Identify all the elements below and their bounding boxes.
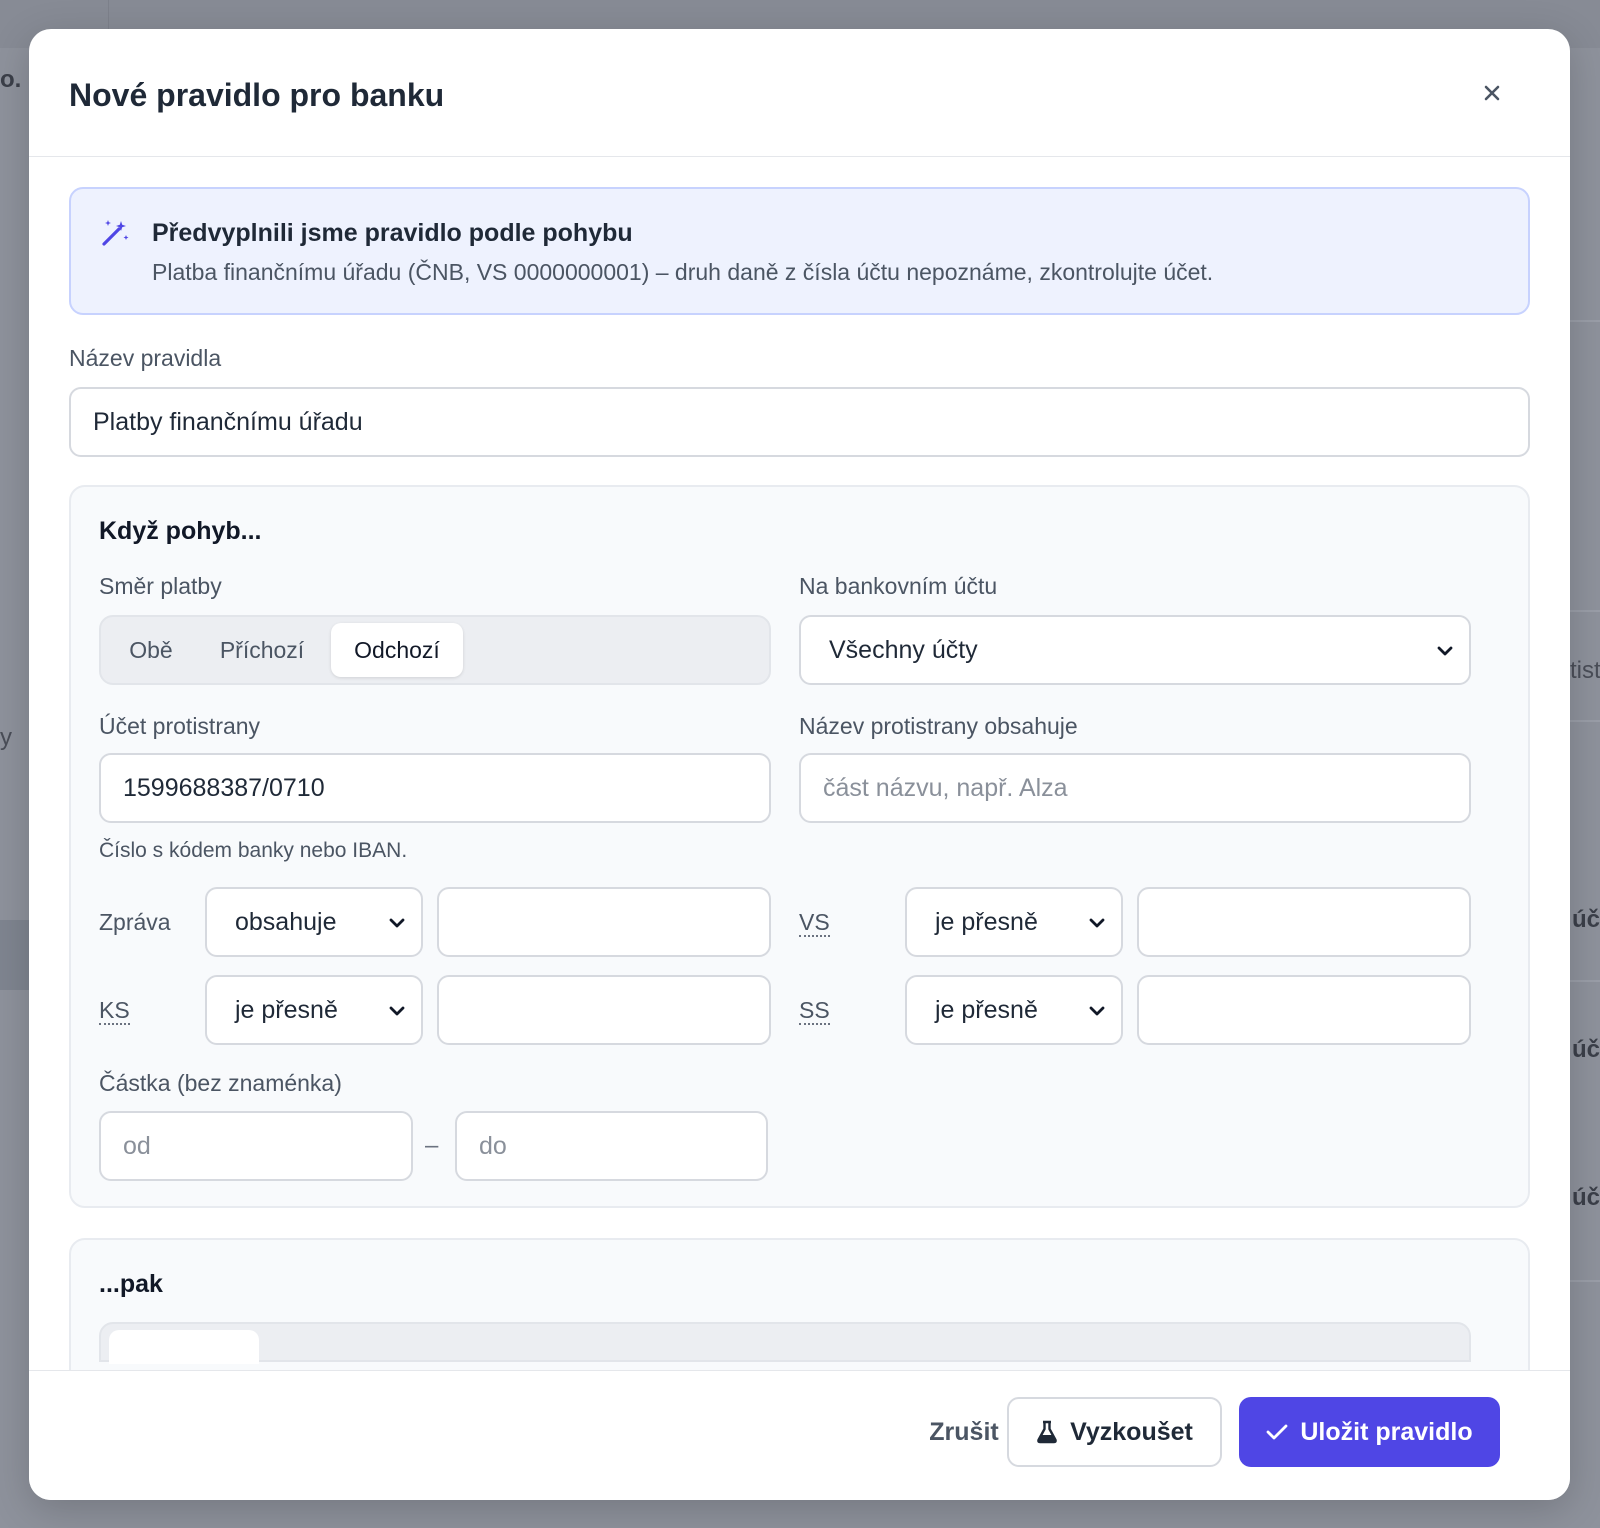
close-button[interactable]	[1474, 75, 1510, 111]
amount-range-separator: –	[425, 1132, 439, 1159]
message-operator-value: obsahuje	[235, 907, 337, 936]
notice-title: Předvyplnili jsme pravidlo podle pohybu	[152, 219, 633, 247]
counterparty-name-label: Název protistrany obsahuje	[799, 713, 1078, 739]
background-text-fragment: y	[0, 724, 12, 751]
vs-operator-value: je přesně	[935, 907, 1038, 936]
vs-label-text: VS	[799, 909, 830, 937]
rule-name-label: Název pravidla	[69, 345, 222, 371]
ss-input[interactable]	[1137, 975, 1471, 1045]
ks-input[interactable]	[437, 975, 771, 1045]
dialog-body[interactable]: Předvyplnili jsme pravidlo podle pohybu …	[29, 158, 1570, 1398]
background-divider	[1570, 1280, 1600, 1282]
conditions-panel: Když pohyb... Směr platby Obě Příchozí O…	[69, 485, 1530, 1208]
check-icon	[1266, 1424, 1288, 1440]
ks-operator-select[interactable]: je přesně	[205, 975, 423, 1045]
ks-operator-value: je přesně	[235, 995, 338, 1024]
direction-option-outgoing[interactable]: Odchozí	[331, 623, 463, 677]
test-rule-button[interactable]: Vyzkoušet	[1007, 1397, 1222, 1467]
flask-icon	[1037, 1420, 1057, 1444]
vs-label: VS	[799, 909, 830, 937]
message-label: Zpráva	[99, 909, 171, 935]
rule-dialog: Nové pravidlo pro banku Předvyplnili jsm…	[29, 29, 1570, 1500]
chevron-down-icon	[1089, 1006, 1105, 1016]
bank-account-label: Na bankovním účtu	[799, 573, 998, 599]
prefill-notice: Předvyplnili jsme pravidlo podle pohybu …	[69, 187, 1530, 315]
message-operator-select[interactable]: obsahuje	[205, 887, 423, 957]
background-divider	[1570, 980, 1600, 982]
save-rule-label: Uložit pravidlo	[1300, 1417, 1473, 1446]
ss-label-text: SS	[799, 997, 830, 1025]
magic-wand-icon	[102, 220, 129, 246]
vs-operator-select[interactable]: je přesně	[905, 887, 1123, 957]
direction-option-both[interactable]: Obě	[109, 623, 193, 677]
vs-input[interactable]	[1137, 887, 1471, 957]
background-divider	[1570, 610, 1600, 612]
bank-account-select[interactable]: Všechny účty	[799, 615, 1471, 685]
ks-label: KS	[99, 997, 130, 1025]
test-rule-label: Vyzkoušet	[1070, 1417, 1193, 1446]
save-rule-button[interactable]: Uložit pravidlo	[1239, 1397, 1500, 1467]
dialog-title: Nové pravidlo pro banku	[69, 77, 445, 113]
ks-label-text: KS	[99, 997, 130, 1025]
chevron-down-icon	[1437, 646, 1453, 656]
background-text-fragment: úč	[1572, 1184, 1600, 1211]
amount-from-input[interactable]	[99, 1111, 413, 1181]
counterparty-name-input[interactable]	[799, 753, 1471, 823]
ss-operator-select[interactable]: je přesně	[905, 975, 1123, 1045]
ss-operator-value: je přesně	[935, 995, 1038, 1024]
background-text-fragment: úč	[1572, 1036, 1600, 1063]
close-icon	[1484, 85, 1500, 101]
background-text-fragment: o.	[0, 66, 22, 93]
background-row-highlight	[0, 920, 30, 990]
chevron-down-icon	[389, 918, 405, 928]
direction-segmented-control: Obě Příchozí Odchozí	[99, 615, 771, 685]
direction-option-incoming[interactable]: Příchozí	[201, 623, 323, 677]
notice-text: Platba finančnímu úřadu (ČNB, VS 0000000…	[152, 259, 1214, 285]
amount-label: Částka (bez znaménka)	[99, 1070, 342, 1096]
dialog-footer: Zrušit Vyzkoušet Uložit pravidlo	[29, 1370, 1570, 1500]
rule-name-input[interactable]	[69, 387, 1530, 457]
background-divider	[1570, 720, 1600, 722]
background-text-fragment: tist	[1570, 657, 1600, 684]
counterparty-account-hint: Číslo s kódem banky nebo IBAN.	[99, 839, 408, 862]
ss-label: SS	[799, 997, 830, 1025]
actions-title: ...pak	[99, 1270, 163, 1298]
counterparty-account-input[interactable]	[99, 753, 771, 823]
counterparty-account-label: Účet protistrany	[99, 713, 261, 739]
chevron-down-icon	[1089, 918, 1105, 928]
background-text-fragment: úč	[1572, 906, 1600, 933]
background-divider	[1570, 320, 1600, 322]
dialog-header: Nové pravidlo pro banku	[29, 29, 1570, 157]
action-type-tabs	[99, 1322, 1471, 1364]
bank-account-value: Všechny účty	[829, 635, 978, 664]
direction-label: Směr platby	[99, 573, 222, 599]
action-type-tab-active[interactable]	[109, 1330, 259, 1364]
chevron-down-icon	[389, 1006, 405, 1016]
amount-to-input[interactable]	[455, 1111, 768, 1181]
message-input[interactable]	[437, 887, 771, 957]
conditions-title: Když pohyb...	[99, 517, 262, 545]
